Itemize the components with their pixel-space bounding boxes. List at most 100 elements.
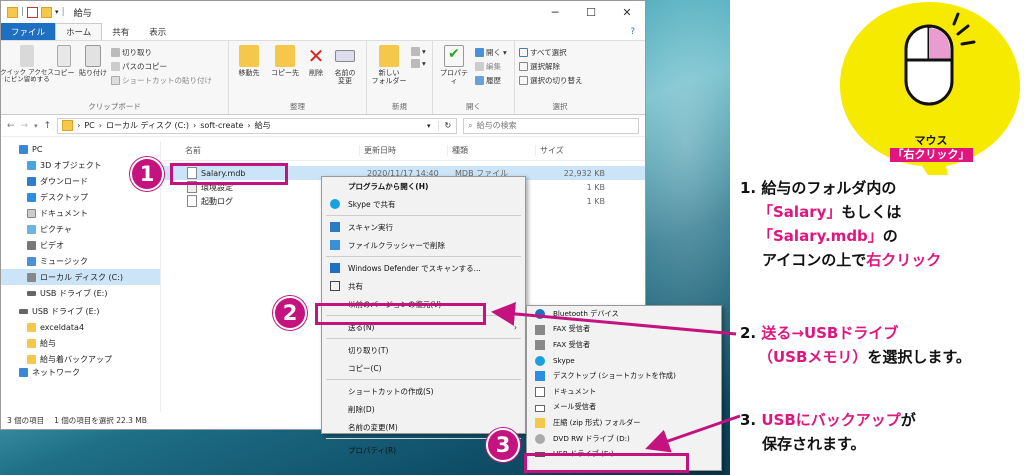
menu-create-shortcut[interactable]: ショートカットの作成(S) bbox=[322, 382, 525, 400]
nav-item-local-disk[interactable]: ローカル ディスク (C:) bbox=[1, 269, 160, 285]
close-button[interactable]: ✕ bbox=[609, 1, 645, 23]
dropdown-icon[interactable]: ▾ bbox=[55, 8, 59, 16]
nav-item-pc[interactable]: PC bbox=[1, 141, 160, 157]
menu-delete[interactable]: 削除(D) bbox=[322, 400, 525, 418]
minimize-button[interactable]: ─ bbox=[537, 1, 573, 23]
nav-item-salary-backup[interactable]: 給与着バックアップ bbox=[1, 351, 160, 367]
move-to-button[interactable]: 移動先 bbox=[233, 45, 265, 102]
open-button[interactable]: 開く ▾ bbox=[475, 47, 507, 58]
sendto-bluetooth[interactable]: Bluetooth デバイス bbox=[527, 306, 721, 322]
cut-button[interactable]: 切り取り bbox=[111, 47, 212, 58]
sendto-mail[interactable]: メール受信者 bbox=[527, 400, 721, 416]
properties-button[interactable]: ✔ プロパティ bbox=[437, 45, 471, 102]
menu-open-with[interactable]: プログラムから開く(H) bbox=[322, 177, 525, 195]
easy-access-button[interactable]: ▾ bbox=[411, 59, 426, 68]
menu-cut[interactable]: 切り取り(T) bbox=[322, 341, 525, 359]
invert-selection-button[interactable]: 選択の切り替え bbox=[519, 75, 583, 86]
forward-arrow-icon[interactable]: → bbox=[21, 121, 29, 131]
menu-share[interactable]: 共有 bbox=[322, 277, 525, 295]
quick-access-pin-button[interactable]: クイック アクセス にピン留めする bbox=[0, 45, 54, 102]
tab-home[interactable]: ホーム bbox=[55, 23, 103, 40]
nav-item-salary[interactable]: 給与 bbox=[1, 335, 160, 351]
nav-item-usb-drive[interactable]: USB ドライブ (E:) bbox=[1, 285, 160, 301]
nav-item-videos[interactable]: ビデオ bbox=[1, 237, 160, 253]
new-folder-big-icon bbox=[379, 45, 399, 67]
breadcrumb-local-disk[interactable]: ローカル ディスク (C:) bbox=[106, 120, 189, 131]
nav-item-network[interactable]: ネットワーク bbox=[1, 367, 160, 377]
sendto-desktop[interactable]: デスクトップ (ショートカットを作成) bbox=[527, 368, 721, 384]
breadcrumb-salary[interactable]: 給与 bbox=[255, 120, 271, 131]
edit-button[interactable]: 編集 bbox=[475, 61, 507, 72]
select-none-button[interactable]: 選択解除 bbox=[519, 61, 583, 72]
paste-button[interactable]: 貼り付け bbox=[79, 45, 107, 102]
copy-button[interactable]: コピー bbox=[53, 45, 75, 102]
invert-selection-icon bbox=[519, 76, 528, 85]
menu-defender-scan[interactable]: Windows Defender でスキャンする... bbox=[322, 259, 525, 277]
breadcrumb-pc[interactable]: PC bbox=[84, 121, 94, 130]
select-all-button[interactable]: すべて選択 bbox=[519, 47, 583, 58]
breadcrumb-soft-create[interactable]: soft-create bbox=[200, 121, 243, 130]
column-type[interactable]: 種類 bbox=[447, 145, 535, 156]
skype-icon bbox=[535, 355, 545, 366]
new-item-buttons: ▾ ▾ bbox=[411, 45, 426, 102]
new-folder-button[interactable]: 新しい フォルダー bbox=[371, 45, 407, 102]
step-3-line-2: 保存されます。 bbox=[762, 435, 866, 453]
menu-skype-share[interactable]: Skype で共有 bbox=[322, 195, 525, 213]
copy-to-button[interactable]: コピー先 bbox=[269, 45, 301, 102]
nav-item-music[interactable]: ミュージック bbox=[1, 253, 160, 269]
address-dropdown-icon[interactable]: ▾ bbox=[427, 122, 435, 130]
nav-item-documents[interactable]: ドキュメント bbox=[1, 205, 160, 221]
menu-copy[interactable]: コピー(C) bbox=[322, 359, 525, 377]
separator-bar: | bbox=[21, 7, 25, 17]
column-size[interactable]: サイズ bbox=[535, 145, 595, 156]
up-arrow-icon[interactable]: ↑ bbox=[44, 121, 52, 131]
menu-file-crusher[interactable]: ファイルクラッシャーで削除 bbox=[322, 236, 525, 254]
recent-dropdown-icon[interactable]: ▾ bbox=[34, 122, 38, 130]
tab-share[interactable]: 共有 bbox=[102, 23, 139, 40]
properties-check-icon: ✔ bbox=[444, 45, 464, 67]
group-open: ✔ プロパティ 開く ▾ 編集 履歴 開く bbox=[433, 41, 515, 114]
paste-shortcut-button[interactable]: ショートカットの貼り付け bbox=[111, 75, 212, 86]
sendto-skype[interactable]: Skype bbox=[527, 353, 721, 369]
new-folder-icon[interactable] bbox=[41, 6, 53, 18]
copy-path-icon bbox=[111, 62, 120, 71]
rename-button[interactable]: 名前の 変更 bbox=[331, 45, 359, 102]
sendto-documents[interactable]: ドキュメント bbox=[527, 384, 721, 400]
rename-label: 名前の 変更 bbox=[334, 69, 356, 86]
properties-check-icon[interactable] bbox=[27, 6, 39, 18]
breadcrumb-chevron: › bbox=[247, 121, 251, 130]
copy-path-button[interactable]: パスのコピー bbox=[111, 61, 212, 72]
step-marker-2: 2 bbox=[273, 296, 307, 330]
history-button[interactable]: 履歴 bbox=[475, 75, 507, 86]
delete-button[interactable]: ✕ 削除 bbox=[305, 45, 327, 102]
pc-icon bbox=[19, 144, 28, 154]
step-2-line-2: （USBメモリ）を選択します。 bbox=[758, 348, 971, 366]
nav-item-exceldata4[interactable]: exceldata4 bbox=[1, 319, 160, 335]
nav-item-pictures[interactable]: ピクチャ bbox=[1, 221, 160, 237]
group-new: 新しい フォルダー ▾ ▾ 新規 bbox=[367, 41, 433, 114]
sendto-fax-2[interactable]: FAX 受信者 bbox=[527, 337, 721, 353]
new-item-button[interactable]: ▾ bbox=[411, 47, 426, 56]
sendto-zip[interactable]: 圧縮 (zip 形式) フォルダー bbox=[527, 415, 721, 431]
tab-file[interactable]: ファイル bbox=[1, 23, 56, 40]
address-bar-row: ← → ▾ ↑ › PC › ローカル ディスク (C:) › soft-cre… bbox=[1, 115, 645, 137]
folder-icon bbox=[62, 120, 74, 131]
refresh-icon[interactable]: ↻ bbox=[438, 121, 456, 130]
column-name[interactable]: 名前 bbox=[163, 145, 359, 156]
column-date[interactable]: 更新日時 bbox=[359, 145, 447, 156]
maximize-button[interactable]: ☐ bbox=[573, 1, 609, 23]
search-input[interactable]: ⌕ 給与の検索 bbox=[463, 117, 639, 134]
nav-item-usb-drive-root[interactable]: USB ドライブ (E:) bbox=[1, 303, 160, 319]
sendto-fax-1[interactable]: FAX 受信者 bbox=[527, 322, 721, 338]
tab-view[interactable]: 表示 bbox=[139, 23, 176, 40]
highlight-usb-drive bbox=[524, 453, 689, 473]
back-arrow-icon[interactable]: ← bbox=[7, 121, 15, 131]
delete-x-icon: ✕ bbox=[307, 44, 325, 68]
sendto-dvd[interactable]: DVD RW ドライブ (D:) bbox=[527, 431, 721, 447]
nav-item-desktop[interactable]: デスクトップ bbox=[1, 189, 160, 205]
address-bar[interactable]: › PC › ローカル ディスク (C:) › soft-create › 給与… bbox=[57, 117, 458, 134]
select-none-icon bbox=[519, 62, 528, 71]
menu-scan[interactable]: スキャン実行 bbox=[322, 218, 525, 236]
step-1-line-4: アイコンの上で右クリック bbox=[762, 251, 942, 269]
help-icon[interactable]: ? bbox=[620, 23, 645, 40]
